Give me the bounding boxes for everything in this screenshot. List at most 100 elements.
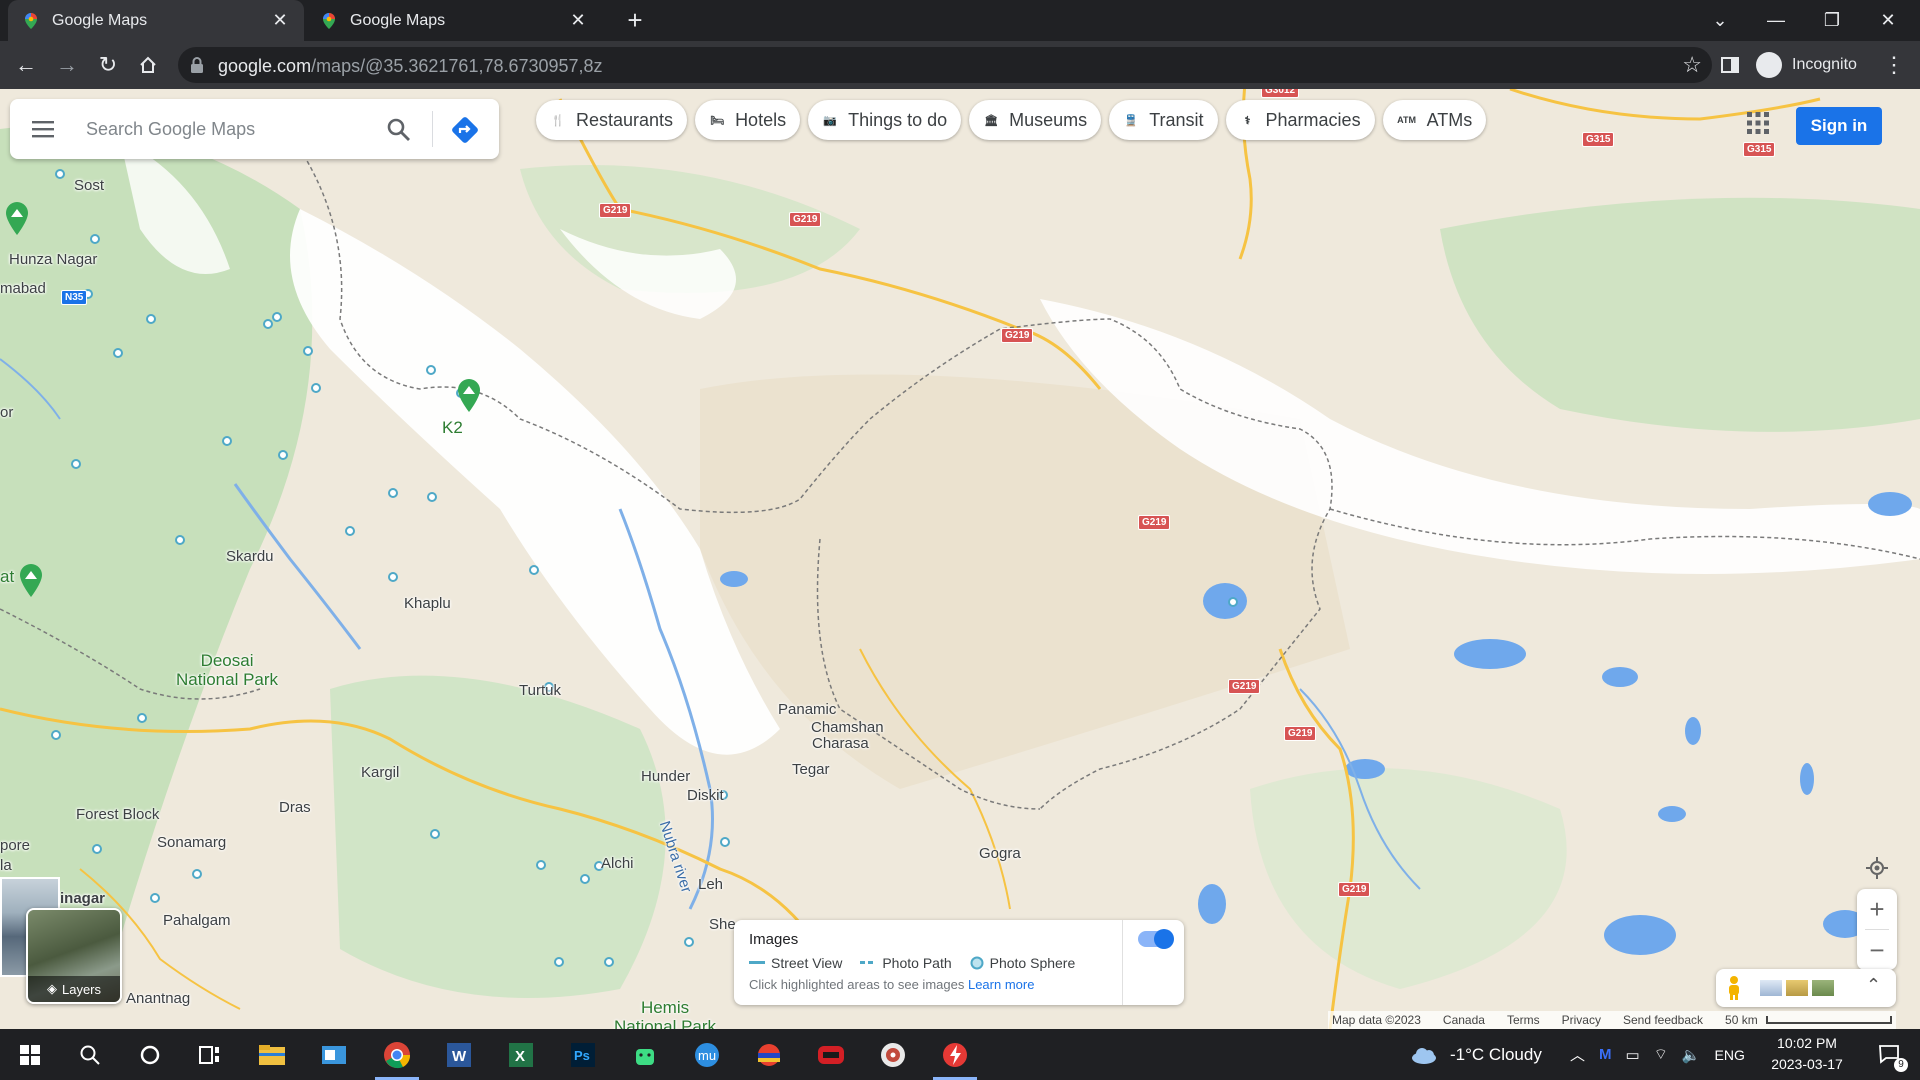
expand-chevron-up-icon[interactable]: ⌃ xyxy=(1866,975,1881,996)
tab-google-maps-1[interactable]: Google Maps ✕ xyxy=(8,0,304,41)
file-explorer-icon[interactable] xyxy=(244,1029,300,1080)
tab-close-icon[interactable]: ✕ xyxy=(568,10,588,31)
clock[interactable]: 10:02 PM 2023-03-17 xyxy=(1762,1033,1852,1075)
weather-widget[interactable]: -1°C Cloudy xyxy=(1410,1029,1542,1080)
search-icon[interactable] xyxy=(386,117,412,143)
learn-more-link[interactable]: Learn more xyxy=(968,977,1034,992)
place-label-k2[interactable]: K2 xyxy=(442,418,463,438)
word-icon[interactable]: W xyxy=(431,1029,487,1080)
place-label[interactable]: mabad xyxy=(0,280,46,297)
notification-center-icon[interactable]: 9 xyxy=(1862,1029,1918,1080)
hamburger-menu-icon[interactable] xyxy=(30,117,56,141)
minimize-button[interactable]: — xyxy=(1748,0,1804,41)
place-label[interactable]: inagar xyxy=(60,890,105,907)
wifi-icon[interactable]: ⌔ xyxy=(1654,1045,1668,1064)
map-canvas[interactable]: G3012 G315 G315 G219 G219 G219 G219 G219… xyxy=(0,89,1920,1029)
language-indicator[interactable]: ENG xyxy=(1715,1047,1745,1063)
app-icon[interactable] xyxy=(741,1029,797,1080)
bookmark-star-icon[interactable]: ☆ xyxy=(1682,52,1702,78)
close-window-button[interactable]: ✕ xyxy=(1860,0,1916,41)
place-label[interactable]: la xyxy=(0,857,12,874)
tray-chevron-up-icon[interactable]: ︿ xyxy=(1570,1044,1585,1065)
imagery-thumbnail-icon[interactable] xyxy=(1760,980,1782,996)
place-label[interactable]: Diskit xyxy=(687,787,724,804)
place-label[interactable]: at xyxy=(0,567,14,587)
directions-icon[interactable] xyxy=(450,115,480,145)
forward-arrow-icon[interactable]: → xyxy=(51,49,83,81)
sign-in-button[interactable]: Sign in xyxy=(1796,107,1882,145)
tab-search-chevron-icon[interactable]: ⌄ xyxy=(1692,0,1748,41)
search-icon[interactable] xyxy=(62,1029,118,1080)
place-label[interactable]: or xyxy=(0,404,13,421)
place-label[interactable]: Alchi xyxy=(601,855,634,872)
place-label[interactable]: Chamshan xyxy=(811,719,884,736)
photoshop-icon[interactable]: Ps xyxy=(555,1029,611,1080)
place-label[interactable]: Leh xyxy=(698,876,723,893)
windows-start-icon[interactable] xyxy=(2,1029,58,1080)
k2-mountain-pin-icon[interactable] xyxy=(455,378,483,414)
zoom-in-button[interactable]: + xyxy=(1857,889,1897,929)
region-link[interactable]: Canada xyxy=(1443,1013,1485,1027)
google-apps-grid-icon[interactable] xyxy=(1746,111,1770,135)
incognito-profile-button[interactable]: Incognito xyxy=(1756,49,1857,81)
tab-google-maps-2[interactable]: Google Maps ✕ xyxy=(306,0,602,41)
place-label[interactable]: Tegar xyxy=(792,761,830,778)
place-label[interactable]: Khaplu xyxy=(404,595,451,612)
scale-label[interactable]: 50 km xyxy=(1725,1013,1758,1027)
chip-pharmacies[interactable]: ⚕ Pharmacies xyxy=(1225,100,1375,140)
new-tab-button[interactable]: + xyxy=(620,6,650,36)
chip-restaurants[interactable]: 🍴 Restaurants xyxy=(536,100,688,140)
tab-close-icon[interactable]: ✕ xyxy=(270,10,290,31)
place-label[interactable]: Hunder xyxy=(641,768,690,785)
send-feedback-link[interactable]: Send feedback xyxy=(1623,1013,1703,1027)
excel-icon[interactable]: X xyxy=(493,1029,549,1080)
game-app-icon[interactable] xyxy=(803,1029,859,1080)
place-label[interactable]: Panamic xyxy=(778,701,836,718)
android-app-icon[interactable] xyxy=(617,1029,673,1080)
mountain-pin-icon[interactable] xyxy=(17,563,45,599)
side-panel-icon[interactable] xyxy=(1714,49,1746,81)
place-label[interactable]: Gogra xyxy=(979,845,1021,862)
place-label[interactable]: pore xyxy=(0,837,30,854)
place-label[interactable]: Charasa xyxy=(812,735,869,752)
chip-atms[interactable]: ATM ATMs xyxy=(1382,100,1487,140)
lightning-app-icon[interactable] xyxy=(927,1029,983,1080)
place-label-hemis[interactable]: Hemis National Park xyxy=(614,998,716,1029)
battery-icon[interactable]: ▭ xyxy=(1626,1046,1640,1064)
privacy-link[interactable]: Privacy xyxy=(1562,1013,1601,1027)
lock-icon[interactable] xyxy=(190,56,204,74)
mu-app-icon[interactable]: mu xyxy=(679,1029,735,1080)
chip-things-to-do[interactable]: 📷 Things to do xyxy=(808,100,962,140)
imagery-thumbnail-icon[interactable] xyxy=(1812,980,1834,996)
place-label[interactable]: Forest Block xyxy=(76,806,159,823)
place-label[interactable]: Sonamarg xyxy=(157,834,226,851)
outlook-icon[interactable] xyxy=(306,1029,362,1080)
search-input[interactable] xyxy=(86,113,376,145)
place-label[interactable]: Kargil xyxy=(361,764,399,781)
reload-icon[interactable]: ↻ xyxy=(92,49,124,81)
mountain-pin-icon[interactable] xyxy=(3,201,31,237)
address-bar[interactable]: google.com/maps/@35.3621761,78.6730957,8… xyxy=(178,47,1712,83)
my-location-button[interactable] xyxy=(1857,853,1897,883)
back-arrow-icon[interactable]: ← xyxy=(10,49,42,81)
home-icon[interactable] xyxy=(132,49,164,81)
cortana-icon[interactable] xyxy=(122,1029,178,1080)
layers-button[interactable]: ◈ Layers xyxy=(26,908,122,1004)
chip-museums[interactable]: 🏛 Museums xyxy=(969,100,1102,140)
restore-button[interactable]: ❐ xyxy=(1804,0,1860,41)
volume-icon[interactable]: 🔈 xyxy=(1682,1046,1701,1064)
tray-app-icon[interactable]: M xyxy=(1599,1046,1612,1063)
images-toggle[interactable] xyxy=(1138,929,1174,949)
place-label[interactable]: Dras xyxy=(279,799,311,816)
place-label-deosai[interactable]: Deosai National Park xyxy=(176,651,278,689)
media-player-icon[interactable] xyxy=(865,1029,921,1080)
place-label[interactable]: Sost xyxy=(74,177,104,194)
chrome-icon[interactable] xyxy=(369,1029,425,1080)
imagery-thumbnail-icon[interactable] xyxy=(1786,980,1808,996)
place-label[interactable]: She xyxy=(709,916,736,933)
place-label[interactable]: Skardu xyxy=(226,548,274,565)
browser-menu-icon[interactable]: ⋮ xyxy=(1878,49,1910,81)
url-text[interactable]: google.com/maps/@35.3621761,78.6730957,8… xyxy=(218,56,603,77)
place-label[interactable]: Anantnag xyxy=(126,990,190,1007)
chip-hotels[interactable]: 🛏 Hotels xyxy=(695,100,801,140)
